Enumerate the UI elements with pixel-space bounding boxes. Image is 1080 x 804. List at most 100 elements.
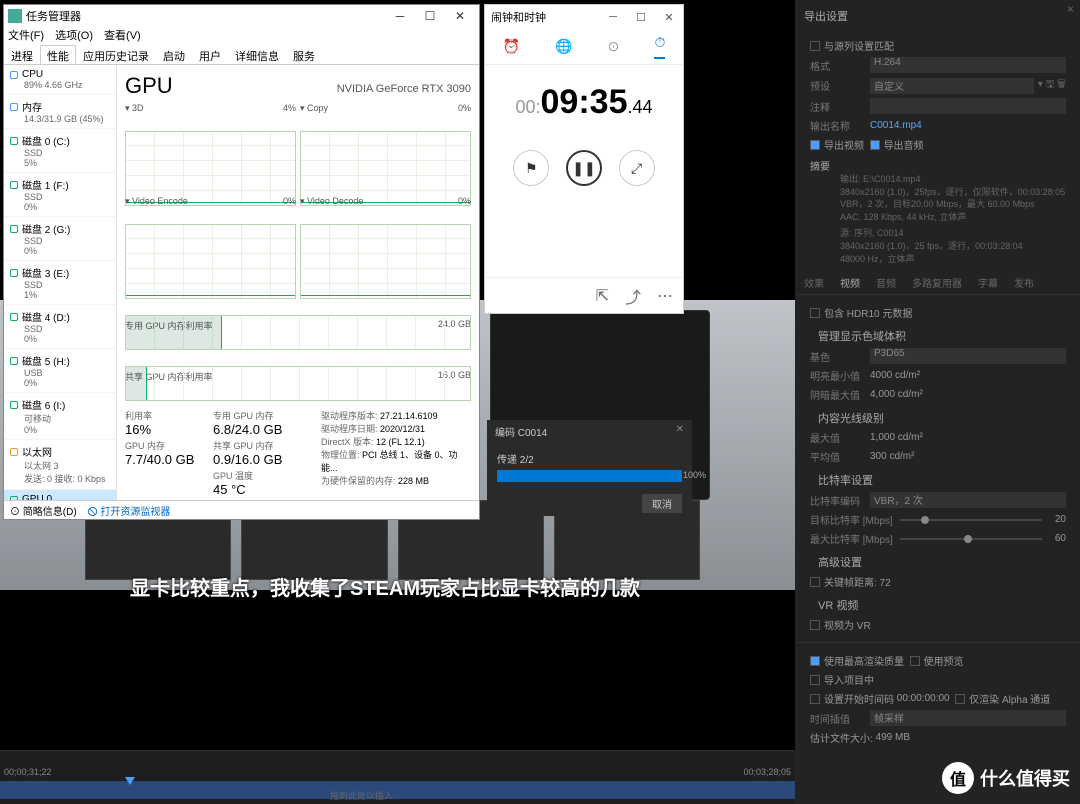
tab-startup[interactable]: 启动 [156,45,192,64]
pause-button[interactable]: ❚❚ [566,150,602,186]
tab-mux[interactable]: 多路复用器 [904,271,970,294]
maximize-button[interactable]: ☐ [415,9,445,23]
share-icon[interactable]: ⤴ [625,284,641,308]
vr-title: VR 视频 [810,597,1066,613]
sidebar-item[interactable]: 磁盘 3 (E:)SSD1% [4,261,116,305]
tab-users[interactable]: 用户 [192,45,228,64]
alpha-checkbox[interactable] [955,694,965,704]
close-button[interactable]: ✕ [445,9,475,23]
starttc-value[interactable]: 00:00:00:00 [897,693,950,704]
sidebar-item[interactable]: 磁盘 6 (I:)可移动0% [4,393,116,440]
preset-select[interactable]: 自定义 [870,78,1034,94]
prev-label: 使用预览 [924,653,964,668]
watermark-logo-icon: 值 [942,762,974,794]
tab-video[interactable]: 视频 [832,271,868,294]
export-settings-panel: × 导出设置 与源列设置匹配 格式H.264 预设自定义▾ 🖫 🗑 注释 输出名… [796,0,1080,804]
avgcll-value: 300 cd/m² [870,451,914,462]
world-clock-tab-icon[interactable]: 🌐 [555,38,572,55]
match-source-label: 与源列设置匹配 [824,38,894,53]
keyframe-checkbox[interactable] [810,577,820,587]
sidebar-item[interactable]: GPU 0NVIDIA GeForce...16% (45 °C) [4,490,116,500]
tm-menubar: 文件(F) 选项(O) 查看(V) [4,27,479,45]
br-tgt-value[interactable]: 20 [1042,514,1066,525]
expand-button[interactable]: ⤢ [619,150,655,186]
format-select[interactable]: H.264 [870,57,1066,73]
tab-processes[interactable]: 进程 [4,45,40,64]
more-icon[interactable]: ⋯ [657,286,673,306]
comment-label: 注释 [810,99,870,114]
sidebar-item[interactable]: 磁盘 5 (H:)USB0% [4,349,116,393]
sum-out-d3: AAC, 128 Kbps, 44 kHz, 立体声 [810,211,1066,224]
comment-input[interactable] [870,98,1066,114]
br-enc-select[interactable]: VBR，2 次 [870,492,1066,508]
close-button[interactable]: ✕ [655,11,683,24]
tab-audio[interactable]: 音频 [868,271,904,294]
starttc-checkbox[interactable] [810,694,820,704]
timeline[interactable]: 00;00;31;22 00;03;28;05 适合 拖到此处以插入 [0,750,795,804]
prev-checkbox[interactable] [910,656,920,666]
encode-titlebar[interactable]: 编码 C0014 ✕ [487,420,692,443]
primaries-select[interactable]: P3D65 [870,348,1066,364]
colvol-title: 管理显示色域体积 [810,328,1066,344]
adv-title: 高级设置 [810,554,1066,570]
mem1-fill [126,316,222,349]
sidebar-item[interactable]: 磁盘 0 (C:)SSD5% [4,129,116,173]
maxq-checkbox[interactable] [810,656,820,666]
starttc-label: 设置开始时间码 [824,691,894,706]
preset-save-icon[interactable]: ▾ 🖫 🗑 [1038,77,1066,94]
clock-titlebar[interactable]: 闹钟和时钟 ─ ☐ ✕ [485,5,683,29]
pin-icon[interactable]: ⇱ [596,286,609,306]
gpu-engine-chart [300,131,471,206]
hdr10-checkbox[interactable] [810,308,820,318]
maxlum-value: 4000 cd/m² [870,370,920,381]
timeline-playhead[interactable] [125,777,135,785]
br-max-slider[interactable] [900,538,1042,540]
sidebar-item[interactable]: 磁盘 1 (F:)SSD0% [4,173,116,217]
sidebar-item[interactable]: CPU89% 4.66 GHz [4,65,116,95]
tab-services[interactable]: 服务 [286,45,322,64]
tab-details[interactable]: 详细信息 [228,45,286,64]
tm-titlebar[interactable]: 任务管理器 ─ ☐ ✕ [4,5,479,27]
timeline-clip[interactable] [0,781,795,799]
clock-title: 闹钟和时钟 [491,9,599,25]
tab-publish[interactable]: 发布 [1006,271,1042,294]
outname-link[interactable]: C0014.mp4 [870,120,922,131]
menu-file[interactable]: 文件(F) [8,30,44,42]
maxlum-label: 明亮最小值 [810,368,870,383]
export-audio-checkbox[interactable] [870,140,880,150]
ded-value: 6.8/24.0 GB [213,422,313,437]
br-max-value[interactable]: 60 [1042,533,1066,544]
resource-monitor-link[interactable]: 🛇 打开资源监视器 [87,507,170,518]
brief-info-toggle[interactable]: ⊙ 简略信息(D) [10,507,77,518]
sidebar-item[interactable]: 磁盘 4 (D:)SSD0% [4,305,116,349]
br-tgt-slider[interactable] [900,519,1042,521]
tab-effects[interactable]: 效果 [796,271,832,294]
lap-button[interactable]: ⚑ [513,150,549,186]
cancel-button[interactable]: 取消 [642,494,682,513]
export-video-checkbox[interactable] [810,140,820,150]
tm-footer: ⊙ 简略信息(D) 🛇 打开资源监视器 [4,500,479,520]
minimize-button[interactable]: ─ [385,9,415,23]
vr-checkbox[interactable] [810,620,820,630]
stopwatch-tab-icon[interactable]: ⏱ [654,34,665,59]
match-source-checkbox[interactable] [810,41,820,51]
sidebar-item[interactable]: 以太网以太网 3发送: 0 接收: 0 Kbps [4,440,116,490]
sidebar-item[interactable]: 磁盘 2 (G:)SSD0% [4,217,116,261]
close-button[interactable]: ✕ [676,424,684,439]
sidebar-item[interactable]: 内存14.3/31.9 GB (45%) [4,95,116,129]
timer-tab-icon[interactable]: ⊙ [608,38,620,55]
br-enc-label: 比特率编码 [810,493,870,508]
interp-select[interactable]: 帧采样 [870,710,1066,726]
tm-title: 任务管理器 [26,8,385,24]
sum-src-value: 序列, C0014 [854,228,904,238]
minimize-button[interactable]: ─ [599,11,627,23]
panel-close-button[interactable]: × [1067,2,1074,16]
tab-performance[interactable]: 性能 [40,45,76,64]
menu-view[interactable]: 查看(V) [104,30,141,42]
import-checkbox[interactable] [810,675,820,685]
menu-options[interactable]: 选项(O) [55,30,93,42]
tab-history[interactable]: 应用历史记录 [76,45,156,64]
maximize-button[interactable]: ☐ [627,11,655,24]
alarm-tab-icon[interactable]: ⏰ [503,38,520,55]
tab-captions[interactable]: 字幕 [970,271,1006,294]
